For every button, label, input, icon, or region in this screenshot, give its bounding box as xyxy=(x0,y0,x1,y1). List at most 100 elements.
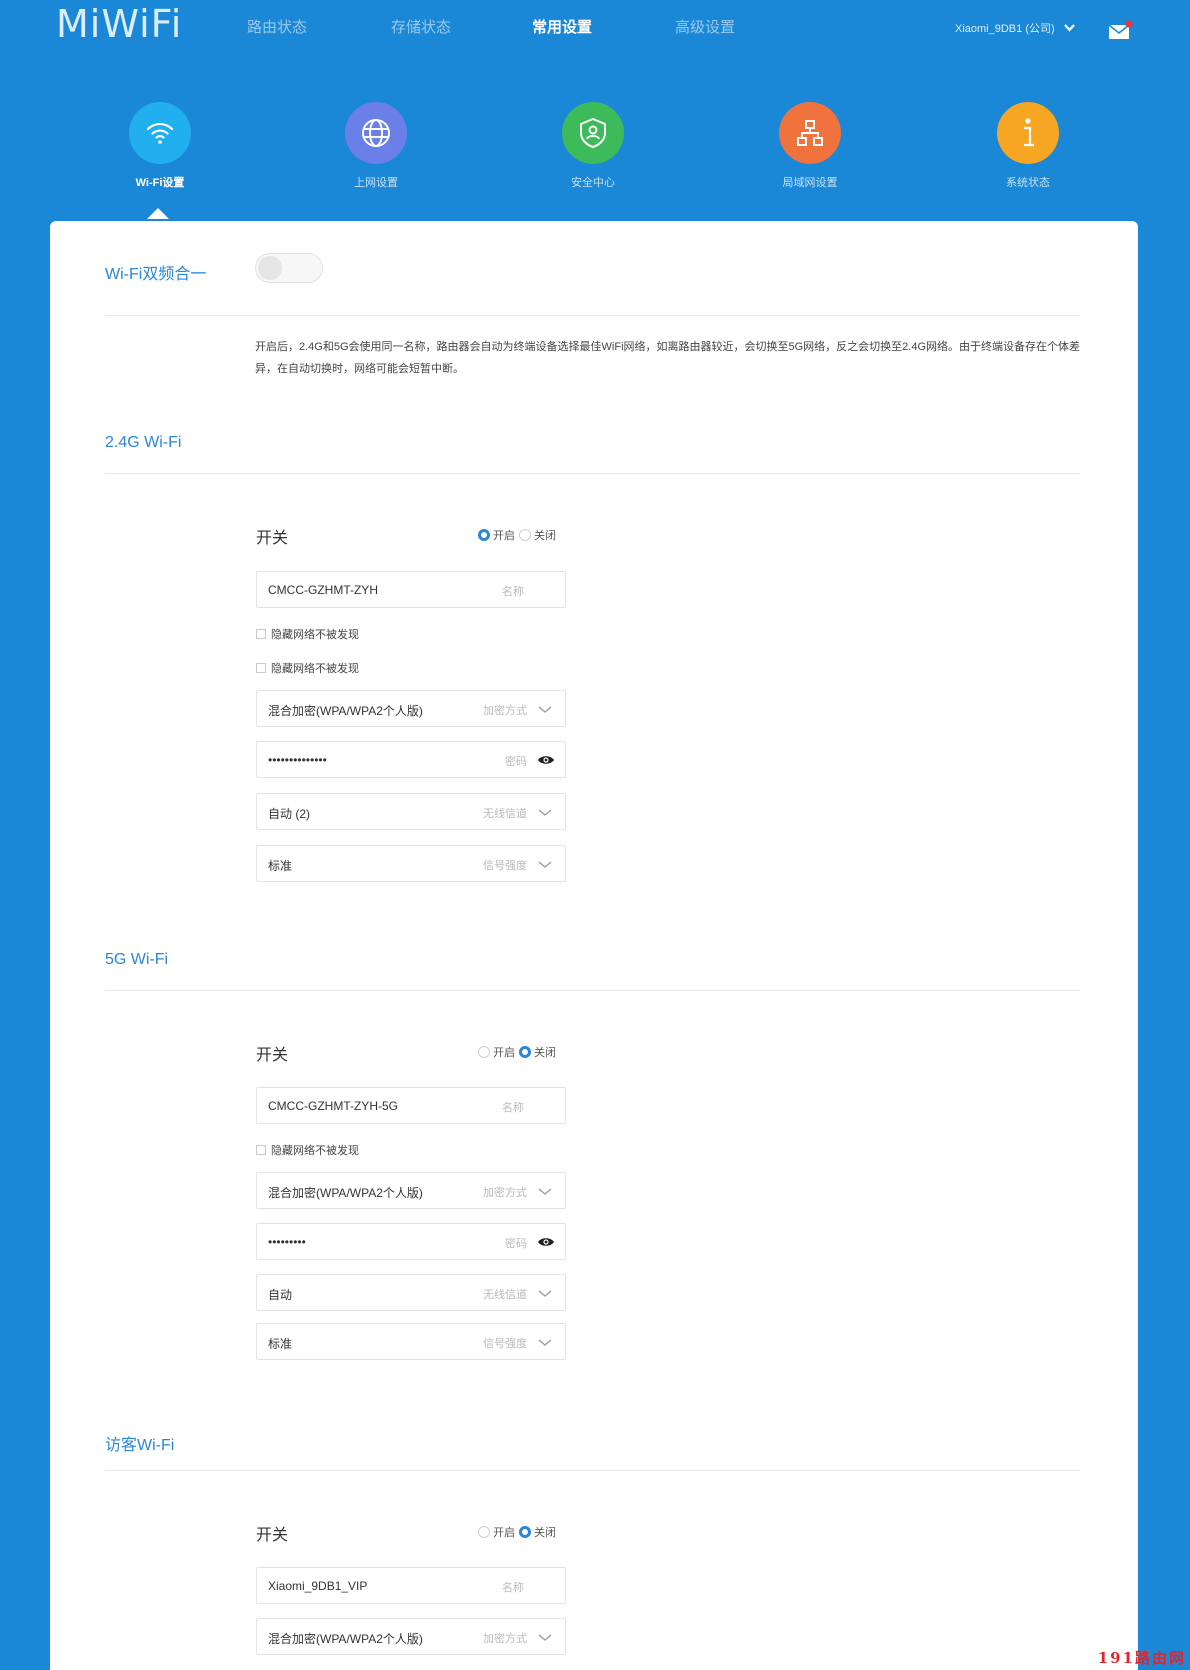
wifi24-radio-on[interactable] xyxy=(478,529,490,541)
divider xyxy=(105,990,1080,991)
chevron-down-icon xyxy=(1063,23,1075,35)
input-hint: 无线信道 xyxy=(483,808,527,820)
wifi24-hide-network-checkbox-2[interactable]: 隐藏网络不被发现 xyxy=(256,660,359,676)
guest-wifi-title: 访客Wi-Fi xyxy=(105,1437,175,1454)
input-value: 标准 xyxy=(268,859,293,873)
wifi5-title: 5G Wi-Fi xyxy=(105,951,169,968)
miwifi-logo: MiWiFi xyxy=(56,2,183,46)
wifi5-hide-network-checkbox[interactable]: 隐藏网络不被发现 xyxy=(256,1142,359,1158)
chevron-down-icon xyxy=(537,804,553,820)
divider xyxy=(105,1470,1080,1471)
tile-label: 安全中心 xyxy=(571,177,615,189)
chevron-down-icon xyxy=(537,1629,553,1645)
checkbox-label: 隐藏网络不被发现 xyxy=(271,1145,359,1157)
wifi24-strength-select[interactable]: 标准 信号强度 xyxy=(256,845,566,882)
tile-wifi-settings[interactable]: Wi-Fi设置 xyxy=(100,102,220,190)
radio-label-on: 开启 xyxy=(493,1047,515,1059)
input-value: 自动 (2) xyxy=(268,807,311,821)
input-value: •••••••••••••• xyxy=(268,753,327,767)
wifi5-encryption-select[interactable]: 混合加密(WPA/WPA2个人版) 加密方式 xyxy=(256,1172,566,1209)
input-value: CMCC-GZHMT-ZYH xyxy=(268,583,378,597)
tile-label: 上网设置 xyxy=(354,177,398,189)
input-value: 混合加密(WPA/WPA2个人版) xyxy=(268,1632,423,1646)
dual-band-toggle[interactable] xyxy=(255,253,323,283)
radio-label-off: 关闭 xyxy=(534,530,556,542)
nav-storage-status[interactable]: 存储状态 xyxy=(391,16,451,37)
toggle-knob xyxy=(258,256,282,280)
guest-radio-on[interactable] xyxy=(478,1526,490,1538)
wifi24-password-input[interactable]: •••••••••••••• 密码 xyxy=(256,741,566,778)
nav-router-status[interactable]: 路由状态 xyxy=(247,16,307,37)
radio-label-off: 关闭 xyxy=(534,1527,556,1539)
checkbox-label: 隐藏网络不被发现 xyxy=(271,663,359,675)
wifi5-password-input[interactable]: ••••••••• 密码 xyxy=(256,1223,566,1260)
info-icon xyxy=(997,102,1059,164)
tile-lan-settings[interactable]: 局域网设置 xyxy=(750,102,870,190)
input-value: 标准 xyxy=(268,1337,293,1351)
wifi5-switch-radios: 开启 关闭 xyxy=(478,1044,560,1060)
wifi5-strength-select[interactable]: 标准 信号强度 xyxy=(256,1323,566,1360)
wifi24-radio-off[interactable] xyxy=(519,529,531,541)
account-menu[interactable]: Xiaomi_9DB1 (公司) xyxy=(955,20,1075,36)
input-hint: 信号强度 xyxy=(483,860,527,872)
input-hint: 加密方式 xyxy=(483,1187,527,1199)
chevron-down-icon xyxy=(537,856,553,872)
settings-card: Wi-Fi双频合一 开启后，2.4G和5G会使用同一名称，路由器会自动为终端设备… xyxy=(50,221,1138,1670)
wifi24-switch-radios: 开启 关闭 xyxy=(478,527,560,543)
eye-icon[interactable] xyxy=(537,753,555,767)
guest-ssid-input[interactable]: Xiaomi_9DB1_VIP 名称 xyxy=(256,1567,566,1604)
site-watermark: 191路由网 xyxy=(1097,1649,1186,1667)
wifi24-encryption-select[interactable]: 混合加密(WPA/WPA2个人版) 加密方式 xyxy=(256,690,566,727)
input-hint: 密码 xyxy=(505,1238,527,1250)
checkbox-box xyxy=(256,1145,266,1155)
account-name: Xiaomi_9DB1 (公司) xyxy=(955,23,1055,35)
checkbox-box xyxy=(256,629,266,639)
nav-advanced-settings[interactable]: 高级设置 xyxy=(675,16,735,37)
wifi-icon xyxy=(129,102,191,164)
tile-internet-settings[interactable]: 上网设置 xyxy=(316,102,436,190)
input-value: 混合加密(WPA/WPA2个人版) xyxy=(268,704,423,718)
active-tile-pointer xyxy=(147,208,169,219)
input-hint: 名称 xyxy=(502,1582,524,1594)
input-hint: 信号强度 xyxy=(483,1338,527,1350)
input-value: 混合加密(WPA/WPA2个人版) xyxy=(268,1186,423,1200)
radio-label-on: 开启 xyxy=(493,1527,515,1539)
shield-icon xyxy=(562,102,624,164)
wifi5-switch-label: 开关 xyxy=(256,1047,289,1064)
mail-icon[interactable] xyxy=(1108,20,1133,39)
guest-radio-off[interactable] xyxy=(519,1526,531,1538)
lan-icon xyxy=(779,102,841,164)
guest-switch-radios: 开启 关闭 xyxy=(478,1524,560,1540)
wifi5-radio-off[interactable] xyxy=(519,1046,531,1058)
wifi24-switch-label: 开关 xyxy=(256,530,289,547)
chevron-down-icon xyxy=(537,701,553,717)
tile-label: 局域网设置 xyxy=(782,177,838,189)
chevron-down-icon xyxy=(537,1285,553,1301)
wifi5-radio-on[interactable] xyxy=(478,1046,490,1058)
checkbox-label: 隐藏网络不被发现 xyxy=(271,629,359,641)
tile-system-status[interactable]: 系统状态 xyxy=(968,102,1088,190)
wifi24-hide-network-checkbox-1[interactable]: 隐藏网络不被发现 xyxy=(256,626,359,642)
input-hint: 加密方式 xyxy=(483,705,527,717)
guest-switch-label: 开关 xyxy=(256,1527,289,1544)
globe-icon xyxy=(345,102,407,164)
wifi24-channel-select[interactable]: 自动 (2) 无线信道 xyxy=(256,793,566,830)
radio-label-on: 开启 xyxy=(493,530,515,542)
wifi24-ssid-input[interactable]: CMCC-GZHMT-ZYH 名称 xyxy=(256,571,566,608)
input-value: ••••••••• xyxy=(268,1235,306,1249)
guest-encryption-select[interactable]: 混合加密(WPA/WPA2个人版) 加密方式 xyxy=(256,1618,566,1655)
chevron-down-icon xyxy=(537,1183,553,1199)
divider xyxy=(105,315,1080,316)
nav-common-settings[interactable]: 常用设置 xyxy=(532,16,592,37)
wifi5-channel-select[interactable]: 自动 无线信道 xyxy=(256,1274,566,1311)
eye-icon[interactable] xyxy=(537,1235,555,1249)
dual-band-description: 开启后，2.4G和5G会使用同一名称，路由器会自动为终端设备选择最佳WiFi网络… xyxy=(255,341,1081,375)
top-nav: 路由状态 存储状态 常用设置 高级设置 xyxy=(205,16,805,46)
input-value: CMCC-GZHMT-ZYH-5G xyxy=(268,1099,398,1113)
input-hint: 无线信道 xyxy=(483,1289,527,1301)
wifi5-ssid-input[interactable]: CMCC-GZHMT-ZYH-5G 名称 xyxy=(256,1087,566,1124)
chevron-down-icon xyxy=(537,1334,553,1350)
input-hint: 名称 xyxy=(502,586,524,598)
input-hint: 名称 xyxy=(502,1102,524,1114)
tile-security-center[interactable]: 安全中心 xyxy=(533,102,653,190)
